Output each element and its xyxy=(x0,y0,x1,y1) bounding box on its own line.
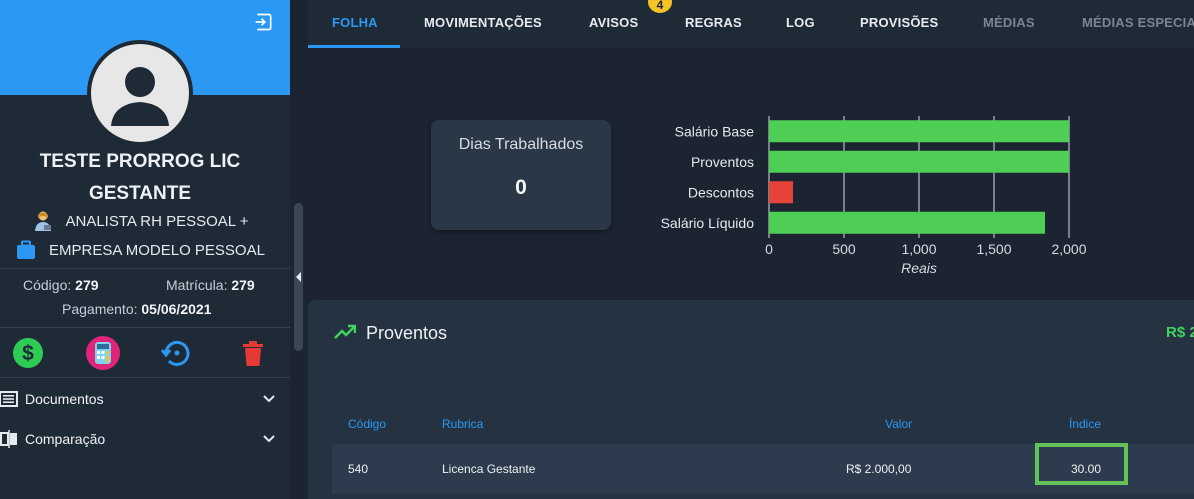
codigo-value: 279 xyxy=(75,277,99,293)
trending-up-icon xyxy=(334,324,356,339)
trash-icon[interactable] xyxy=(236,336,270,370)
highlight-box xyxy=(1035,443,1128,485)
tab-avisos[interactable]: AVISOS xyxy=(589,0,638,48)
col-header-indice[interactable]: Índice xyxy=(1069,417,1101,431)
tab-folha[interactable]: FOLHA xyxy=(332,0,378,48)
cell-valor: R$ 2.000,00 xyxy=(846,462,912,476)
y-category-label: Salário Base xyxy=(675,123,755,139)
cell-rubrica: Licenca Gestante xyxy=(442,462,536,476)
dias-trabalhados-value: 0 xyxy=(515,176,527,199)
tab-movimentacoes[interactable]: MOVIMENTAÇÕES xyxy=(424,0,542,48)
tab-provisoes[interactable]: PROVISÕES xyxy=(860,0,938,48)
logout-icon[interactable] xyxy=(254,12,274,32)
divider xyxy=(0,327,290,328)
history-icon[interactable] xyxy=(160,336,194,370)
avatar[interactable] xyxy=(87,40,193,146)
y-category-label: Proventos xyxy=(691,154,754,170)
divider xyxy=(0,268,290,269)
tab-bar: FOLHA MOVIMENTAÇÕES AVISOS REGRAS LOG PR… xyxy=(308,0,1194,48)
dollar-icon[interactable]: $ xyxy=(11,336,45,370)
y-category-label: Salário Líquido xyxy=(661,215,755,231)
proventos-title: Proventos xyxy=(366,323,448,343)
employee-name-line1: TESTE PRORROG LIC xyxy=(39,151,241,172)
x-tick-label: 500 xyxy=(832,241,856,257)
sidebar: TESTE PRORROG LIC GESTANTE ANALISTA RH P… xyxy=(0,0,290,499)
bar xyxy=(769,150,1069,173)
list-icon xyxy=(0,391,18,407)
x-tick-label: 0 xyxy=(765,241,773,257)
matricula-field: Matrícula: 279 xyxy=(166,277,255,293)
pagamento-field: Pagamento: 05/06/2021 xyxy=(62,301,211,317)
matricula-value: 279 xyxy=(231,277,255,293)
employee-name-line2: GESTANTE xyxy=(88,183,192,204)
bar xyxy=(769,120,1069,143)
tab-regras[interactable]: REGRAS xyxy=(685,0,742,48)
employee-role: ANALISTA RH PESSOAL + xyxy=(0,210,280,232)
proventos-panel: Proventos R$ 2 Código Rubrica Valor Índi… xyxy=(308,300,1194,499)
proventos-total: R$ 2 xyxy=(1166,324,1194,341)
tab-log[interactable]: LOG xyxy=(786,0,815,48)
x-tick-label: 1,000 xyxy=(901,241,936,257)
company-label: EMPRESA MODELO PESSOAL xyxy=(49,241,265,259)
pagamento-value: 05/06/2021 xyxy=(141,301,212,317)
menu-documentos[interactable]: Documentos xyxy=(0,384,290,414)
x-tick-label: 1,500 xyxy=(976,241,1011,257)
role-label: ANALISTA RH PESSOAL + xyxy=(65,212,249,230)
matricula-label: Matrícula: xyxy=(166,277,228,293)
employee-name: TESTE PRORROG LIC GESTANTE xyxy=(0,146,280,210)
codigo-field: Código: 279 xyxy=(23,277,99,293)
col-header-codigo[interactable]: Código xyxy=(348,417,386,431)
bar xyxy=(769,181,793,204)
menu-comparacao[interactable]: Comparação xyxy=(0,424,290,454)
tab-medias[interactable]: MÉDIAS xyxy=(983,0,1035,48)
chevron-down-icon[interactable] xyxy=(262,392,276,406)
codigo-label: Código: xyxy=(23,277,72,293)
col-header-valor[interactable]: Valor xyxy=(885,417,912,431)
employee-company: EMPRESA MODELO PESSOAL xyxy=(0,239,280,261)
cell-codigo: 540 xyxy=(348,462,369,476)
chevron-down-icon[interactable] xyxy=(262,432,276,446)
x-axis-label: Reais xyxy=(901,260,937,276)
active-tab-indicator xyxy=(308,45,400,48)
menu-documentos-label: Documentos xyxy=(25,391,104,407)
collapse-sidebar-icon[interactable] xyxy=(292,268,304,286)
person-icon xyxy=(111,67,169,126)
svg-text:$: $ xyxy=(22,342,34,365)
compare-icon xyxy=(0,430,17,448)
action-bar: $ xyxy=(0,336,290,372)
briefcase-icon xyxy=(17,240,36,259)
payroll-bar-chart: 0 500 1,000 1,500 2,000 Salário Base Proventos… xyxy=(661,116,1087,276)
divider xyxy=(0,377,290,378)
col-header-rubrica[interactable]: Rubrica xyxy=(442,417,483,431)
y-category-label: Descontos xyxy=(688,184,754,200)
dias-trabalhados-label: Dias Trabalhados xyxy=(458,136,584,153)
analyst-icon xyxy=(34,211,51,231)
bar xyxy=(769,211,1045,234)
x-tick-label: 2,000 xyxy=(1051,241,1086,257)
tab-medias-especiais[interactable]: MÉDIAS ESPECIA xyxy=(1082,0,1194,48)
dias-trabalhados-card: Dias Trabalhados 0 xyxy=(431,120,611,230)
calculator-icon[interactable] xyxy=(86,336,120,370)
pagamento-label: Pagamento: xyxy=(62,301,138,317)
menu-comparacao-label: Comparação xyxy=(25,431,106,447)
